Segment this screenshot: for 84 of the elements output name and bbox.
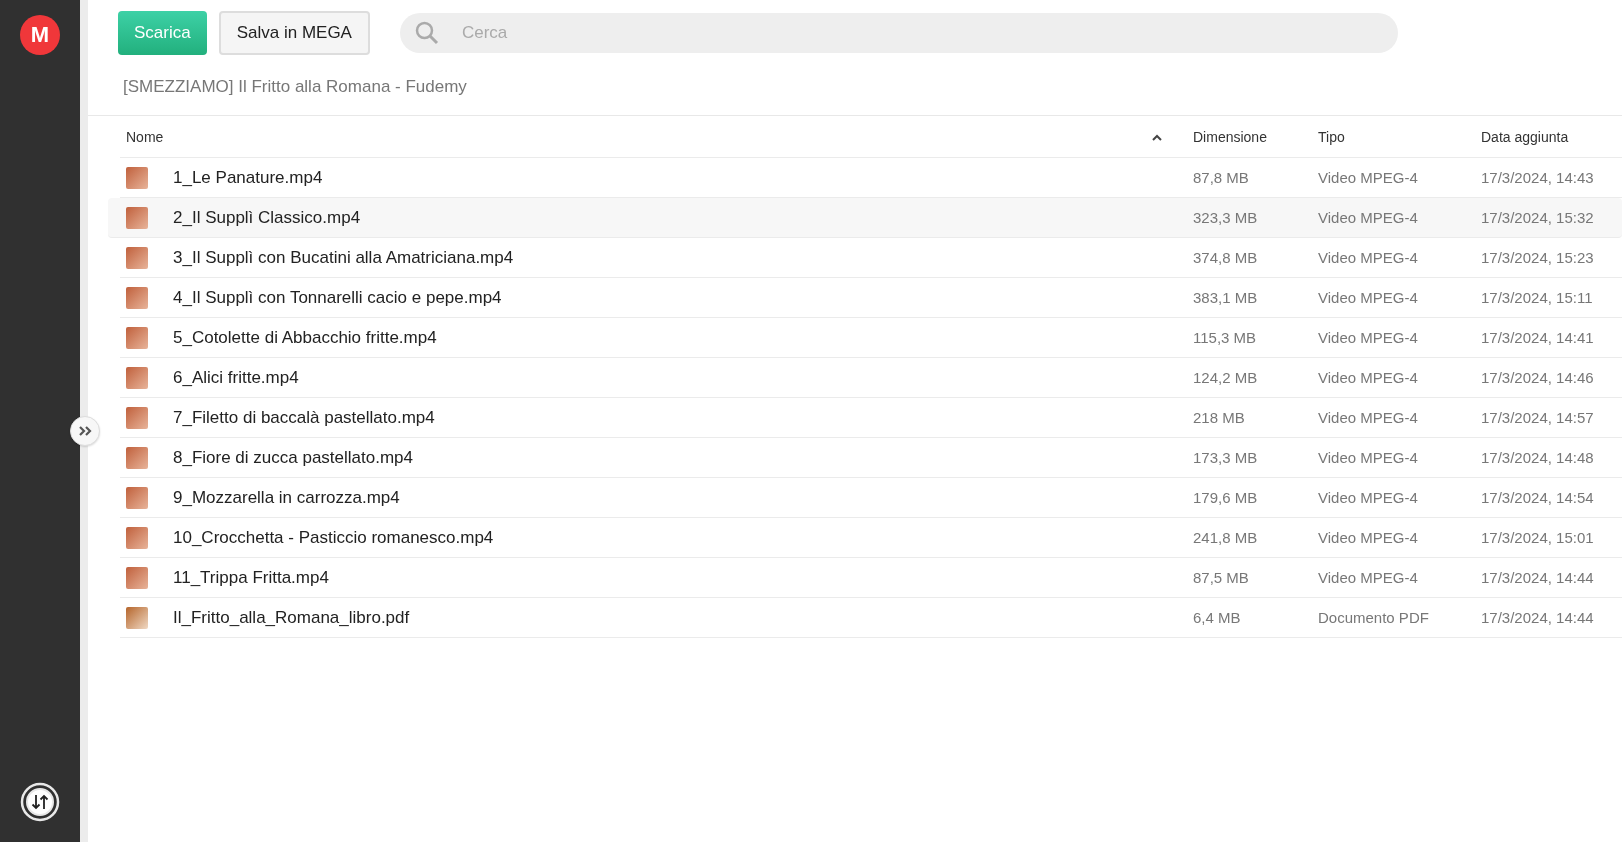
thumbnail-placeholder <box>126 166 148 189</box>
file-type: Video MPEG-4 <box>1318 529 1418 546</box>
file-type: Video MPEG-4 <box>1318 489 1418 506</box>
thumbnail-placeholder <box>126 406 148 429</box>
file-type: Video MPEG-4 <box>1318 409 1418 426</box>
date-added: 17/3/2024, 14:44 <box>1481 609 1594 626</box>
file-size: 218 MB <box>1193 409 1245 426</box>
thumbnail-placeholder <box>126 606 148 629</box>
file-size: 124,2 MB <box>1193 369 1258 386</box>
file-row[interactable]: 7_Filetto di baccalà pastellato.mp4 218 MB Video MPEG-4 17/3/2024, 14:57 <box>120 398 1622 438</box>
file-size: 115,3 MB <box>1193 329 1257 346</box>
thumbnail-placeholder <box>126 326 148 349</box>
file-type: Video MPEG-4 <box>1318 329 1418 346</box>
file-type: Video MPEG-4 <box>1318 209 1418 226</box>
file-name: 1_Le Panature.mp4 <box>173 167 323 188</box>
file-type: Video MPEG-4 <box>1318 289 1418 306</box>
file-name: 4_Il Supplì con Tonnarelli cacio e pepe.mp4 <box>173 287 502 308</box>
file-type: Video MPEG-4 <box>1318 569 1418 586</box>
file-name: 7_Filetto di baccalà pastellato.mp4 <box>173 407 435 428</box>
file-size: 374,8 MB <box>1193 249 1258 266</box>
thumbnail-placeholder <box>126 526 148 549</box>
file-name: 11_Trippa Fritta.mp4 <box>173 567 329 588</box>
file-size: 87,5 MB <box>1193 569 1249 586</box>
file-name: 10_Crocchetta - Pasticcio romanesco.mp4 <box>173 527 494 548</box>
file-size: 383,1 MB <box>1193 289 1258 306</box>
column-header[interactable]: Nome <box>126 128 164 145</box>
sort-ascending-icon[interactable] <box>1151 132 1163 141</box>
file-type: Documento PDF <box>1318 609 1429 626</box>
thumbnail-placeholder <box>126 366 148 389</box>
save-to-cloud-button[interactable]: Salva in MEGA <box>218 11 370 55</box>
file-row[interactable]: 9_Mozzarella in carrozza.mp4 179,6 MB Video MPEG-4 17/3/2024, 14:54 <box>120 478 1622 518</box>
file-name: 3_Il Supplì con Bucatini alla Amatriciana.mp4 <box>173 247 514 268</box>
date-added: 17/3/2024, 14:57 <box>1481 409 1594 426</box>
file-size: 179,6 MB <box>1193 489 1258 506</box>
file-name: 9_Mozzarella in carrozza.mp4 <box>173 487 400 508</box>
date-added: 17/3/2024, 14:48 <box>1481 449 1594 466</box>
date-added: 17/3/2024, 14:44 <box>1481 569 1594 586</box>
date-added: 17/3/2024, 14:54 <box>1481 489 1594 506</box>
thumbnail-placeholder <box>126 286 148 309</box>
file-type: Video MPEG-4 <box>1318 449 1418 466</box>
file-row[interactable]: Il_Fritto_alla_Romana_libro.pdf 6,4 MB Documento PDF 17/3/2024, 14:44 <box>120 598 1622 638</box>
file-row[interactable]: 3_Il Supplì con Bucatini alla Amatriciana.mp4 374,8 MB Video MPEG-4 17/3/2024, 15:23 <box>120 238 1622 278</box>
date-added: 17/3/2024, 15:11 <box>1481 289 1593 306</box>
column-header[interactable]: Tipo <box>1318 128 1345 145</box>
thumbnail-placeholder <box>126 446 148 469</box>
file-size: 87,8 MB <box>1193 169 1249 186</box>
column-header[interactable]: Dimensione <box>1193 128 1267 145</box>
file-size: 173,3 MB <box>1193 449 1258 466</box>
file-type: Video MPEG-4 <box>1318 249 1418 266</box>
file-row[interactable]: 5_Cotolette di Abbacchio fritte.mp4 115,3 MB Video MPEG-4 17/3/2024, 14:41 <box>120 318 1622 358</box>
date-added: 17/3/2024, 14:46 <box>1481 369 1594 386</box>
file-name: 2_Il Supplì Classico.mp4 <box>173 207 361 228</box>
thumbnail-placeholder <box>126 206 148 229</box>
file-type: Video MPEG-4 <box>1318 369 1418 386</box>
file-row[interactable]: 2_Il Supplì Classico.mp4 323,3 MB Video MPEG-4 17/3/2024, 15:32 <box>108 198 1622 238</box>
thumbnail-placeholder <box>126 486 148 509</box>
file-row[interactable]: 10_Crocchetta - Pasticcio romanesco.mp4 241,8 MB Video MPEG-4 17/3/2024, 15:01 <box>120 518 1622 558</box>
date-added: 17/3/2024, 14:41 <box>1481 329 1594 346</box>
file-row[interactable]: 8_Fiore di zucca pastellato.mp4 173,3 MB Video MPEG-4 17/3/2024, 14:48 <box>120 438 1622 478</box>
file-row[interactable]: 11_Trippa Fritta.mp4 87,5 MB Video MPEG-4 17/3/2024, 14:44 <box>120 558 1622 598</box>
date-added: 17/3/2024, 15:32 <box>1481 209 1594 226</box>
logo-icon[interactable]: M <box>20 15 60 55</box>
thumbnail-placeholder <box>126 246 148 269</box>
file-size: 6,4 MB <box>1193 609 1241 626</box>
file-name: 5_Cotolette di Abbacchio fritte.mp4 <box>173 327 437 348</box>
search-icon <box>413 20 440 46</box>
date-added: 17/3/2024, 14:43 <box>1481 169 1594 186</box>
file-row[interactable]: 4_Il Supplì con Tonnarelli cacio e pepe.mp4 383,1 MB Video MPEG-4 17/3/2024, 15:11 <box>120 278 1622 318</box>
transfer-icon[interactable] <box>20 782 60 822</box>
date-added: 17/3/2024, 15:01 <box>1481 529 1594 546</box>
file-name: 6_Alici fritte.mp4 <box>173 367 299 388</box>
thumbnail-placeholder <box>126 566 148 589</box>
file-name: Il_Fritto_alla_Romana_libro.pdf <box>173 607 410 628</box>
file-size: 241,8 MB <box>1193 529 1258 546</box>
file-type: Video MPEG-4 <box>1318 169 1418 186</box>
column-header[interactable]: Data aggiunta <box>1481 128 1569 145</box>
file-row[interactable]: 6_Alici fritte.mp4 124,2 MB Video MPEG-4 17/3/2024, 14:46 <box>120 358 1622 398</box>
double-chevron-icon <box>78 425 92 437</box>
folder-path: [SMEZZIAMO] Il Fritto alla Romana - Fudemy <box>88 55 1622 116</box>
date-added: 17/3/2024, 15:23 <box>1481 249 1594 266</box>
file-size: 323,3 MB <box>1193 209 1258 226</box>
search-input[interactable]: Cerca <box>459 22 1384 44</box>
search-field[interactable]: Cerca <box>399 13 1398 53</box>
file-name: 8_Fiore di zucca pastellato.mp4 <box>173 447 414 468</box>
